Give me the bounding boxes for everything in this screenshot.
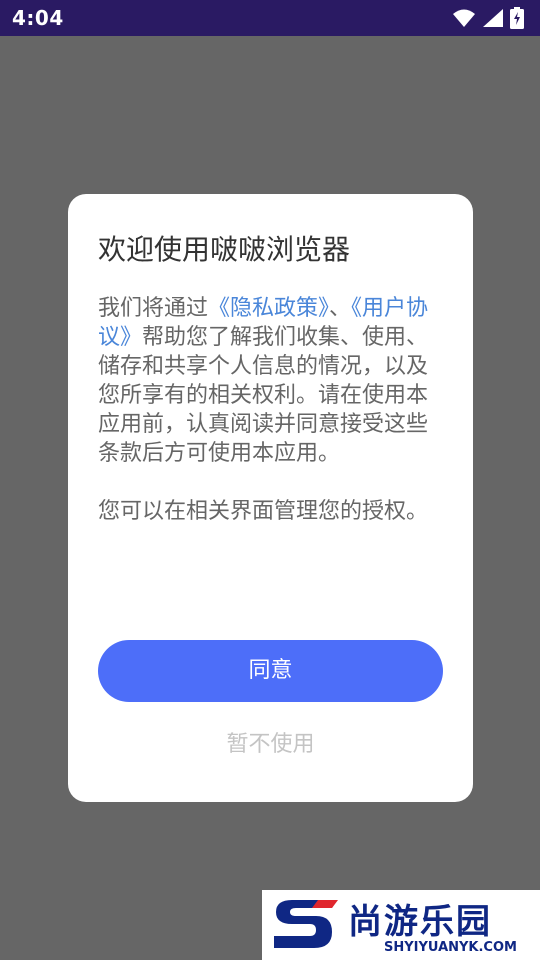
privacy-dialog: 欢迎使用啵啵浏览器 我们将通过《隐私政策》、《用户协议》帮助您了解我们收集、使用…: [68, 194, 473, 802]
battery-charging-icon: [510, 7, 524, 29]
watermark-name: 尚游乐园: [348, 902, 492, 942]
agree-button[interactable]: 同意: [98, 640, 443, 702]
dialog-body-paragraph: 我们将通过《隐私政策》、《用户协议》帮助您了解我们收集、使用、储存和共享个人信息…: [98, 294, 444, 468]
body-separator: 、: [329, 296, 352, 321]
status-time: 4:04: [12, 6, 64, 30]
watermark: 尚游乐园 SHYIYUANYK.COM: [262, 890, 540, 960]
privacy-policy-link[interactable]: 《隐私政策》: [208, 296, 329, 321]
status-bar: 4:04: [0, 0, 540, 36]
watermark-url: SHYIYUANYK.COM: [384, 940, 517, 955]
wifi-icon: [453, 9, 475, 27]
body-suffix: 帮助您了解我们收集、使用、储存和共享个人信息的情况，以及您所享有的相关权利。请在…: [98, 325, 429, 466]
status-icons: [452, 5, 524, 31]
signal-icon: [483, 9, 503, 27]
dialog-body: 我们将通过《隐私政策》、《用户协议》帮助您了解我们收集、使用、储存和共享个人信息…: [98, 294, 444, 526]
body-prefix: 我们将通过: [98, 296, 209, 321]
body-note: 您可以在相关界面管理您的授权。: [98, 499, 429, 524]
decline-button[interactable]: 暂不使用: [98, 726, 443, 758]
dialog-title: 欢迎使用啵啵浏览器: [98, 233, 351, 266]
watermark-logo-icon: [274, 900, 338, 948]
